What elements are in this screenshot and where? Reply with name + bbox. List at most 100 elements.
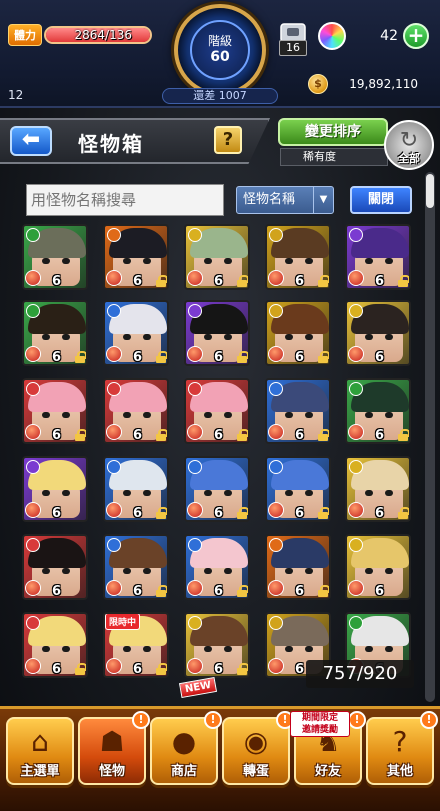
monster-card[interactable]: 6	[103, 300, 169, 366]
monster-eye	[224, 646, 232, 652]
monster-card[interactable]: 6	[184, 534, 250, 600]
monster-card[interactable]: 6	[265, 300, 331, 366]
monster-eye	[365, 568, 373, 574]
monster-luck: 6	[375, 506, 385, 521]
monster-card[interactable]: 6	[103, 378, 169, 444]
rank-inner: 階級 60	[190, 20, 250, 80]
change-sort-button[interactable]: 變更排序	[278, 118, 388, 146]
element-icon	[26, 460, 40, 474]
monster-card[interactable]: 6	[265, 224, 331, 290]
monster-card[interactable]: 6	[345, 534, 411, 600]
monster-eye	[143, 490, 151, 496]
fruit-icon	[268, 270, 284, 286]
fruit-icon	[25, 424, 41, 440]
fruit-icon	[268, 346, 284, 362]
scrollbar-track[interactable]	[425, 172, 435, 702]
search-field-select[interactable]: 怪物名稱 ▼	[236, 186, 334, 214]
sort-mode-label[interactable]: 稀有度	[280, 148, 388, 166]
monster-luck: 6	[295, 662, 305, 677]
fruit-icon	[187, 502, 203, 518]
monster-card[interactable]: 6	[103, 224, 169, 290]
page-title: 怪物箱	[78, 132, 144, 156]
monster-eye	[385, 568, 393, 574]
monster-card[interactable]: 6	[22, 224, 88, 290]
monster-eye	[143, 568, 151, 574]
all-filter-button[interactable]: ↻ 全部	[384, 120, 434, 170]
element-icon	[107, 382, 121, 396]
rank-badge[interactable]: 階級 60	[174, 4, 266, 96]
element-icon	[26, 382, 40, 396]
monster-card[interactable]: 6	[22, 300, 88, 366]
monster-card[interactable]: 6	[103, 534, 169, 600]
element-icon	[269, 382, 283, 396]
monster-eye	[204, 334, 212, 340]
monster-card[interactable]: 6	[265, 456, 331, 522]
search-field-value: 怪物名稱	[243, 192, 296, 207]
monster-card[interactable]: 6	[22, 612, 88, 678]
lock-icon	[75, 429, 86, 441]
search-input[interactable]	[26, 184, 224, 216]
monster-card[interactable]: 6	[345, 456, 411, 522]
lock-icon	[398, 507, 409, 519]
monster-eye	[62, 258, 70, 264]
monster-card[interactable]: 6	[265, 378, 331, 444]
monster-luck: 6	[214, 350, 224, 365]
close-search-button[interactable]: 關閉	[350, 186, 412, 214]
monster-card[interactable]: 6	[22, 456, 88, 522]
monster-eye	[204, 490, 212, 496]
monster-card[interactable]: 6 限時中	[103, 612, 169, 678]
monster-card[interactable]: 6	[22, 534, 88, 600]
monster-card[interactable]: 6	[345, 224, 411, 290]
lock-icon	[156, 663, 167, 675]
monster-card[interactable]: 6	[265, 534, 331, 600]
monster-luck: 6	[52, 350, 62, 365]
element-icon	[188, 304, 202, 318]
monster-card[interactable]: 6	[184, 224, 250, 290]
monster-luck: 6	[133, 350, 143, 365]
scrollbar-thumb[interactable]	[426, 174, 434, 208]
add-orb-button[interactable]: +	[403, 23, 429, 49]
monster-eye	[123, 258, 131, 264]
monster-eye	[224, 334, 232, 340]
monster-card[interactable]: 6	[184, 456, 250, 522]
monster-card[interactable]: 6	[345, 300, 411, 366]
back-button[interactable]: ⬅	[10, 126, 52, 156]
notice-badge: !	[132, 711, 150, 729]
element-icon	[188, 538, 202, 552]
fruit-icon	[187, 270, 203, 286]
element-icon	[269, 460, 283, 474]
monster-eye	[204, 568, 212, 574]
monster-luck: 6	[295, 506, 305, 521]
bottom-nav: ⌂ 主選單 ☗ 怪物! ● 商店! ◉ 轉蛋! ♞ 好友!? 其他! 期間限定 邀請獎勵	[0, 706, 440, 811]
monster-card[interactable]: 6	[345, 378, 411, 444]
monster-card[interactable]: 6	[103, 456, 169, 522]
event-tag-text: 期間限定 邀請獎勵	[301, 713, 338, 735]
monster-count: 757/920	[306, 660, 414, 688]
monster-eye	[62, 490, 70, 496]
monster-card[interactable]: 6	[184, 300, 250, 366]
monster-eye	[385, 258, 393, 264]
monster-card[interactable]: 6	[184, 378, 250, 444]
monster-eye	[42, 258, 50, 264]
monster-card[interactable]: 6	[22, 378, 88, 444]
monster-card[interactable]: 6	[184, 612, 250, 678]
monster-eye	[365, 412, 373, 418]
monster-luck: 6	[52, 428, 62, 443]
nav-button[interactable]: ⌂ 主選單	[6, 717, 74, 785]
monster-luck: 6	[295, 274, 305, 289]
gold-coin-icon: $	[308, 74, 328, 94]
rank-label: 階級	[207, 34, 232, 48]
lock-icon	[75, 351, 86, 363]
monster-luck: 6	[133, 274, 143, 289]
element-icon	[26, 616, 40, 630]
help-button[interactable]: ?	[214, 126, 242, 154]
monster-eye	[365, 646, 373, 652]
rank-value: 60	[210, 49, 230, 65]
lock-icon	[237, 507, 248, 519]
lock-icon	[398, 275, 409, 287]
monster-luck: 6	[375, 350, 385, 365]
nav-icon: ●	[171, 725, 197, 758]
new-badge: NEW	[178, 676, 218, 699]
nav-icon: ◉	[243, 725, 269, 758]
nav-icon: ☗	[99, 725, 125, 758]
